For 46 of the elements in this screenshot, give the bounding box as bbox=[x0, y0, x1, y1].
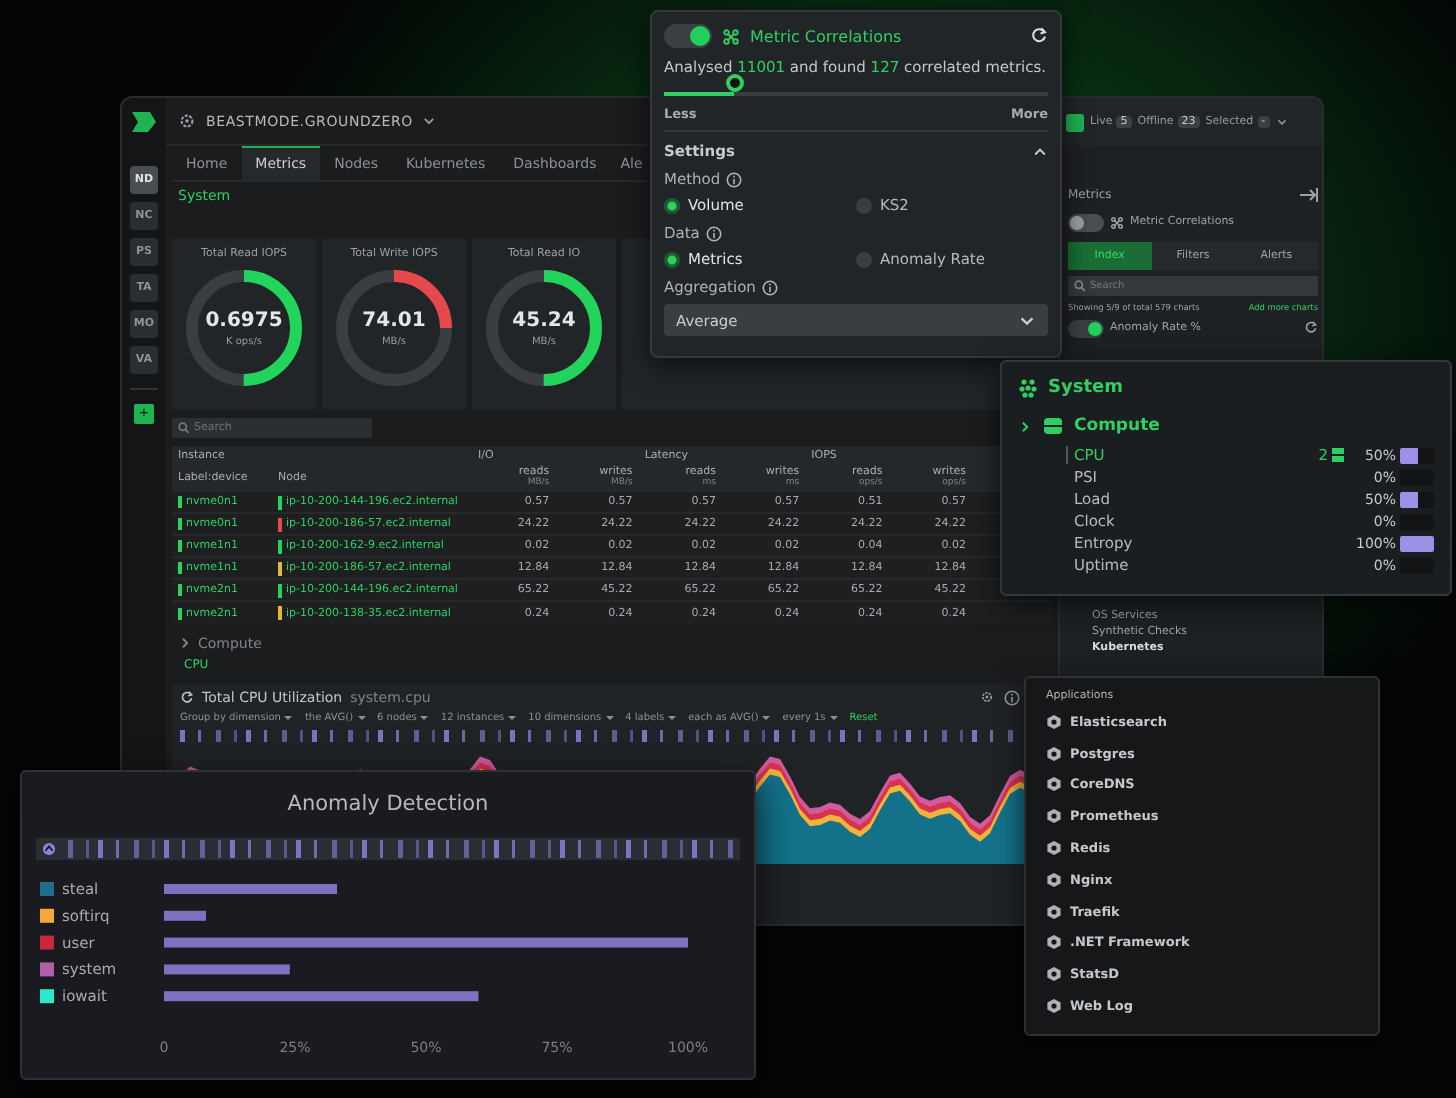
stack-icon bbox=[1332, 448, 1344, 462]
correlation-icon bbox=[722, 27, 740, 45]
slider-thumb[interactable] bbox=[725, 74, 744, 92]
refresh-icon[interactable] bbox=[180, 690, 194, 705]
menu-heading[interactable]: System bbox=[1048, 378, 1123, 398]
toggle-switch[interactable] bbox=[1068, 319, 1104, 337]
menu-group[interactable]: Compute bbox=[1074, 416, 1160, 436]
app-logo-icon bbox=[1046, 903, 1062, 920]
system-icon bbox=[1018, 378, 1038, 398]
logo-icon[interactable] bbox=[130, 110, 158, 134]
correlation-icon bbox=[1110, 215, 1124, 229]
chevron-right-icon[interactable] bbox=[1018, 419, 1032, 433]
gear-icon bbox=[980, 689, 994, 704]
info-icon bbox=[705, 225, 722, 241]
app-logo-icon bbox=[1046, 934, 1062, 951]
info-icon bbox=[726, 171, 743, 187]
search-icon bbox=[1074, 280, 1086, 292]
chevron-down-icon bbox=[1275, 116, 1288, 128]
anomaly-icon bbox=[42, 842, 56, 856]
app-logo-icon bbox=[1046, 966, 1062, 983]
chip-icon bbox=[1042, 416, 1064, 436]
app-logo-icon bbox=[1046, 776, 1062, 793]
app-logo-icon bbox=[1046, 808, 1062, 825]
gauge-value: 45.24 bbox=[510, 310, 578, 332]
info-icon bbox=[761, 279, 778, 295]
add-space-button[interactable]: + bbox=[134, 404, 154, 424]
search-icon bbox=[178, 422, 190, 434]
panel-title: Anomaly Detection bbox=[287, 792, 489, 820]
app-logo-icon bbox=[1046, 840, 1062, 857]
app-logo-icon bbox=[1046, 871, 1062, 888]
gauge-value: 0.6975 bbox=[203, 310, 285, 332]
gauge-value: 74.01 bbox=[360, 310, 428, 332]
app-logo-icon bbox=[1046, 745, 1062, 762]
collapse-icon[interactable] bbox=[1300, 187, 1318, 201]
refresh-icon[interactable] bbox=[1304, 319, 1318, 333]
app-logo-icon bbox=[1046, 713, 1062, 730]
chevron-right-icon[interactable] bbox=[178, 636, 192, 651]
toggle-switch[interactable] bbox=[1068, 213, 1104, 231]
panel-title: Metric Correlations bbox=[750, 27, 902, 45]
toggle-switch[interactable] bbox=[664, 24, 712, 48]
info-icon bbox=[1004, 689, 1020, 706]
chevron-down-icon bbox=[422, 114, 437, 128]
app-logo-icon bbox=[1046, 998, 1062, 1015]
chevron-up-icon[interactable] bbox=[1032, 143, 1048, 159]
chart-bar bbox=[164, 910, 206, 921]
chart-bar bbox=[164, 964, 290, 975]
